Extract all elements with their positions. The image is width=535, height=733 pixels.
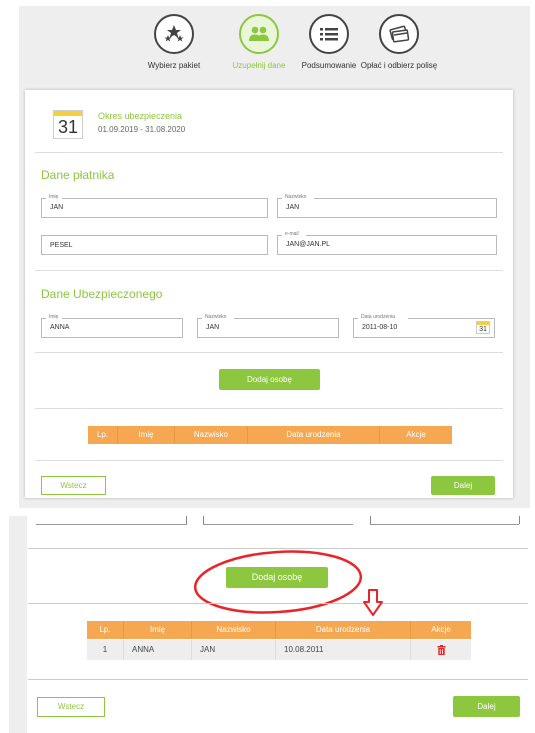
trash-icon[interactable] <box>437 645 446 655</box>
payer-pesel-field[interactable]: PESEL <box>41 235 268 255</box>
period-dates: 01.09.2019 - 31.08.2020 <box>98 125 186 134</box>
field-edge <box>186 516 187 524</box>
divider <box>35 352 503 353</box>
field-underline <box>370 524 519 525</box>
persons-table-header: Lp. Imię Nazwisko Data urodzenia Akcje <box>87 621 471 639</box>
form-screen-after: Dodaj osobę Lp. Imię Nazwisko Data urodz… <box>0 516 535 733</box>
arrow-down-icon <box>363 589 383 616</box>
next-button[interactable]: Dalej <box>431 476 495 495</box>
payer-first-name-field[interactable]: Imię JAN <box>41 194 268 218</box>
row-actions <box>411 640 471 660</box>
annotation-ellipse <box>193 550 363 614</box>
divider <box>35 460 503 461</box>
divider <box>35 152 503 153</box>
payer-last-name-field[interactable]: Nazwisko JAN <box>277 194 497 218</box>
insured-birth-date-field[interactable]: Data urodzenia 2011-08-10 31 <box>353 314 495 338</box>
persons-table-header: Lp. Imię Nazwisko Data urodzenia Akcje <box>88 426 452 444</box>
step-label: Opłać i odbierz polisę <box>360 61 438 70</box>
payer-email-field[interactable]: e-mail JAN@JAN.PL <box>277 231 497 255</box>
insured-first-name-field[interactable]: Imię ANNA <box>41 314 183 338</box>
back-button[interactable]: Wstecz <box>41 476 106 495</box>
back-button[interactable]: Wstecz <box>37 697 105 717</box>
stars-icon <box>154 14 194 54</box>
period-title: Okres ubezpieczenia <box>98 111 183 121</box>
scroll-gutter <box>9 516 27 733</box>
divider <box>35 408 503 409</box>
form-card: 31 Okres ubezpieczenia 01.09.2019 - 31.0… <box>25 90 513 498</box>
add-person-button[interactable]: Dodaj osobę <box>219 369 320 390</box>
table-row: 1 ANNA JAN 10.08.2011 <box>87 640 471 660</box>
divider <box>28 679 528 680</box>
divider <box>28 603 528 604</box>
insured-section-title: Dane Ubezpieczonego <box>41 287 163 301</box>
next-button[interactable]: Dalej <box>453 696 520 717</box>
insured-last-name-field[interactable]: Nazwisko JAN <box>197 314 339 338</box>
step-pay[interactable]: Opłać i odbierz polisę <box>339 14 459 70</box>
field-edge <box>519 516 520 524</box>
field-underline <box>36 524 187 525</box>
cards-icon <box>379 14 419 54</box>
field-underline <box>203 524 353 525</box>
field-edge <box>203 516 204 524</box>
calendar-icon: 31 <box>53 110 83 139</box>
form-screen-before: Wybierz pakiet Uzupełnij dane Podsumowan… <box>19 6 530 508</box>
calendar-icon[interactable]: 31 <box>476 321 490 334</box>
field-edge <box>370 516 371 524</box>
divider <box>35 270 503 271</box>
payer-section-title: Dane płatnika <box>41 168 115 182</box>
